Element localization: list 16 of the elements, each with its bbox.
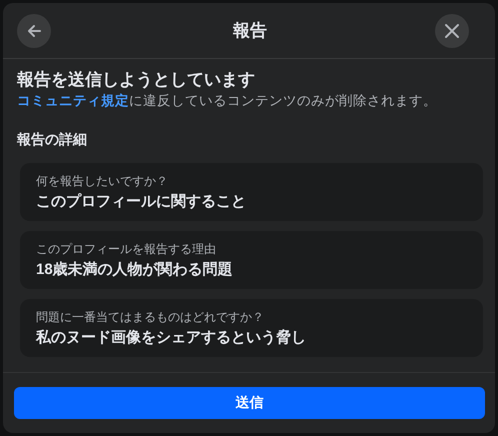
notice-text: コミュニティ規定に違反しているコンテンツのみが削除されます。 <box>17 92 438 110</box>
detail-label: 問題に一番当てはまるものはどれですか？ <box>36 309 265 326</box>
detail-value: このプロフィールに関すること <box>36 192 247 211</box>
back-button[interactable] <box>17 14 51 48</box>
dialog-title: 報告 <box>232 20 268 42</box>
close-icon <box>444 22 460 38</box>
report-heading: 報告を送信しようとしています <box>17 69 256 91</box>
section-title: 報告の詳細 <box>17 131 88 149</box>
close-button[interactable] <box>435 14 469 48</box>
detail-label: 何を報告したいですか？ <box>36 173 169 190</box>
detail-label: このプロフィールを報告する理由 <box>36 241 217 258</box>
community-standards-link[interactable]: コミュニティ規定 <box>17 93 129 108</box>
back-arrow-icon <box>26 22 42 38</box>
detail-value: 私のヌード画像をシェアするという脅し <box>36 328 307 347</box>
detail-value: 18歳未満の人物が関わる問題 <box>36 260 234 279</box>
submit-button[interactable]: 送信 <box>14 387 485 419</box>
